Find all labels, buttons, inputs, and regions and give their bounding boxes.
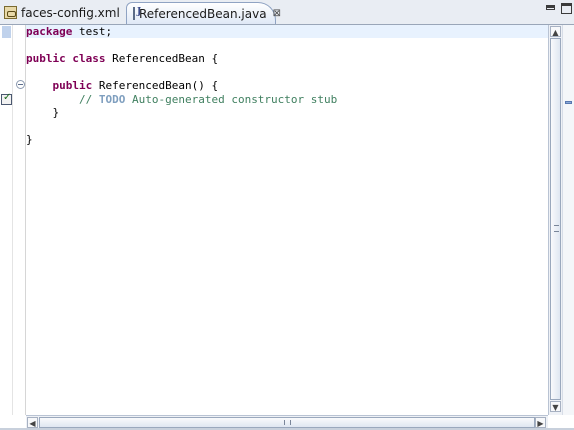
overview-ruler[interactable]	[562, 25, 574, 415]
code-token: }	[26, 106, 60, 119]
scroll-left-icon[interactable]: ◀	[27, 417, 38, 428]
code-line[interactable]: // TODO Auto-generated constructor stub	[26, 93, 337, 107]
code-line[interactable]: package test;	[26, 25, 337, 39]
keyword-token: class	[72, 52, 106, 65]
tab-label: ReferencedBean.java	[139, 6, 267, 21]
scroll-grip-icon	[284, 420, 291, 425]
source-code[interactable]: package test; public class ReferencedBean…	[26, 25, 337, 147]
code-line[interactable]: public class ReferencedBean {	[26, 52, 337, 66]
code-token: test;	[72, 25, 113, 38]
tab-faces-config-xml[interactable]: faces-config.xml	[0, 2, 126, 23]
keyword-token: public	[52, 79, 93, 92]
comment-token: Auto-generated constructor stub	[125, 92, 338, 106]
code-line[interactable]	[26, 66, 337, 80]
java-file-icon	[133, 7, 141, 20]
vertical-scrollbar[interactable]: ▲ ▼	[548, 25, 562, 415]
keyword-token: package	[26, 25, 73, 38]
code-editor[interactable]: package test; public class ReferencedBean…	[0, 25, 548, 415]
task-overview-marker[interactable]	[565, 101, 572, 104]
horizontal-scroll-thumb[interactable]	[39, 417, 535, 428]
close-tab-icon[interactable]: ⊠	[273, 8, 281, 19]
code-token: ReferencedBean {	[105, 52, 219, 65]
fold-collapse-icon[interactable]	[16, 80, 25, 89]
tab-referencedbean-java[interactable]: ReferencedBean.java ⊠	[126, 2, 281, 24]
scroll-right-icon[interactable]: ▶	[535, 417, 546, 428]
annotation-ruler[interactable]	[0, 25, 13, 415]
todo-tag: TODO	[98, 92, 126, 106]
editor-tab-bar: faces-config.xml ReferencedBean.java ⊠	[0, 0, 574, 25]
code-line[interactable]: }	[26, 106, 337, 120]
code-line[interactable]: }	[26, 133, 337, 147]
code-line[interactable]	[26, 39, 337, 53]
scroll-grip-icon	[554, 225, 559, 232]
scroll-down-icon[interactable]: ▼	[550, 401, 561, 412]
code-line[interactable]	[26, 120, 337, 134]
comment-token: //	[78, 92, 99, 106]
minimize-icon[interactable]	[546, 5, 555, 10]
code-token: ReferencedBean() {	[92, 79, 219, 92]
keyword-token: public	[26, 52, 66, 65]
horizontal-scrollbar[interactable]: ◀ ▶	[26, 415, 548, 428]
vertical-scroll-thumb[interactable]	[550, 38, 561, 400]
code-token: }	[26, 133, 33, 146]
scroll-up-icon[interactable]: ▲	[550, 26, 561, 37]
xml-file-icon	[4, 6, 17, 19]
tab-label: faces-config.xml	[21, 5, 120, 20]
current-line-ruler-marker	[2, 26, 11, 38]
code-line[interactable]: public ReferencedBean() {	[26, 79, 337, 93]
task-marker-icon[interactable]	[1, 92, 12, 105]
maximize-icon[interactable]	[561, 3, 572, 14]
